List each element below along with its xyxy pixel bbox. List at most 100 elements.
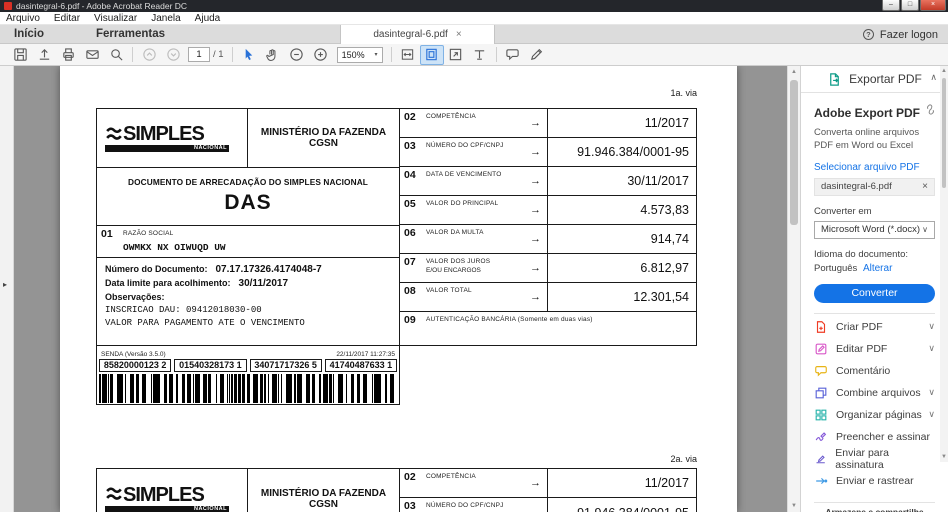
field-number: 05 [404, 198, 416, 210]
select-tool-icon[interactable] [237, 45, 261, 65]
field-razao-social: 01 RAZÃO SOCIAL OWMKX NX OIWUQD UW [97, 226, 399, 258]
barcode [99, 374, 395, 403]
search-icon[interactable] [104, 45, 128, 65]
tab-close-icon[interactable]: × [456, 29, 462, 40]
fullscreen-icon[interactable] [444, 45, 468, 65]
scrollbar-thumb[interactable] [942, 78, 946, 188]
collapse-chevron-icon[interactable]: ∧ [930, 72, 937, 83]
email-icon[interactable] [80, 45, 104, 65]
chevron-down-icon[interactable]: ∨ [928, 321, 935, 332]
previous-page-icon[interactable] [137, 45, 161, 65]
ministry-line2: CGSN [309, 499, 338, 510]
tab-inicio[interactable]: Início [14, 25, 44, 44]
tool-combine-arquivos[interactable]: Combine arquivos ∨ [814, 382, 935, 404]
tool-organizar-paginas[interactable]: Organizar páginas ∨ [814, 404, 935, 426]
tool-enviar-assinatura[interactable]: Enviar para assinatura [814, 448, 935, 470]
arrow-right-icon: → [530, 291, 541, 303]
document-scrollbar[interactable]: ▲ ▼ [787, 66, 800, 512]
field-number: 03 [404, 500, 416, 512]
tab-bar: Início Ferramentas dasintegral-6.pdf × ?… [0, 25, 948, 44]
page-number-input[interactable]: 1 [188, 47, 210, 62]
section-title: Adobe Export PDF [814, 106, 920, 120]
tool-criar-pdf[interactable]: Criar PDF ∨ [814, 316, 935, 338]
field-label-line2: E/OU ENCARGOS [426, 267, 481, 274]
reading-mode-icon[interactable] [468, 45, 492, 65]
zoom-out-icon[interactable] [285, 45, 309, 65]
window-title: dasintegral-6.pdf - Adobe Acrobat Reader… [16, 1, 187, 11]
tool-label: Comentário [836, 365, 890, 377]
fit-width-icon[interactable] [396, 45, 420, 65]
observation-line1: INSCRICAO DAU: 09412018030-00 [105, 305, 391, 315]
chevron-down-icon[interactable]: ∨ [928, 387, 935, 398]
document-viewport: 1a. via SIMPLES NACIONAL [14, 66, 800, 512]
save-icon[interactable] [8, 45, 32, 65]
change-language-link[interactable]: Alterar [863, 263, 892, 274]
menu-ajuda[interactable]: Ajuda [195, 13, 221, 24]
sign-in-label[interactable]: Fazer logon [880, 29, 938, 41]
format-select[interactable]: Microsoft Word (*.docx) ∨ [814, 221, 935, 239]
next-page-icon[interactable] [161, 45, 185, 65]
select-file-link[interactable]: Selecionar arquivo PDF [814, 162, 935, 173]
form-header-row: SIMPLES NACIONAL MINISTÉRIO DA FAZENDA C… [97, 109, 399, 168]
help-icon[interactable]: ? [863, 29, 874, 40]
minimize-button[interactable]: – [882, 0, 900, 11]
chevron-down-icon[interactable]: ∨ [928, 409, 935, 420]
share-upload-icon[interactable] [32, 45, 56, 65]
field-label: COMPETÊNCIA [426, 473, 476, 480]
tab-ferramentas[interactable]: Ferramentas [96, 25, 165, 44]
combine-files-icon [814, 386, 828, 400]
scroll-down-icon[interactable]: ▼ [788, 503, 800, 509]
language-label: Idioma do documento: [814, 249, 935, 260]
comment-icon[interactable] [501, 45, 525, 65]
field-vencimento: 04 DATA DE VENCIMENTO → 30/11/2017 [400, 167, 696, 196]
tab-document[interactable]: dasintegral-6.pdf × [340, 25, 495, 44]
scrollbar-thumb[interactable] [790, 80, 798, 225]
tool-preencher-assinar[interactable]: Preencher e assinar [814, 426, 935, 448]
via1-label: 1a. via [670, 88, 697, 98]
zoom-in-icon[interactable] [309, 45, 333, 65]
zoom-level-value: 150% [342, 50, 365, 60]
convert-to-label: Converter em [814, 206, 935, 217]
maximize-button[interactable]: □ [901, 0, 919, 11]
tool-comentario[interactable]: Comentário [814, 360, 935, 382]
tool-label: Preencher e assinar [836, 431, 930, 443]
clear-file-icon[interactable]: × [922, 181, 928, 192]
pdf-page: 1a. via SIMPLES NACIONAL [60, 66, 737, 512]
selected-file-box[interactable]: dasintegral-6.pdf × [814, 178, 935, 196]
organize-pages-icon [814, 408, 828, 422]
menu-bar: Arquivo Editar Visualizar Janela Ajuda [0, 12, 948, 25]
ministry-cell: MINISTÉRIO DA FAZENDA CGSN [248, 109, 399, 167]
scroll-down-icon[interactable]: ▼ [940, 454, 948, 460]
menu-visualizar[interactable]: Visualizar [94, 13, 137, 24]
fit-page-icon[interactable] [420, 45, 444, 65]
scroll-up-icon[interactable]: ▲ [940, 68, 948, 74]
print-icon[interactable] [56, 45, 80, 65]
divider [814, 502, 935, 503]
generation-timestamp: 22/11/2017 11:27:35 [336, 351, 395, 358]
pencil-icon[interactable] [525, 45, 549, 65]
chevron-down-icon[interactable]: ∨ [928, 343, 935, 354]
field-number: 08 [404, 285, 416, 297]
field-principal: 05 VALOR DO PRINCIPAL → 4.573,83 [400, 196, 696, 225]
sidebar-scrollbar[interactable]: ▲ ▼ [940, 66, 948, 462]
close-window-button[interactable]: × [920, 0, 946, 11]
nav-panel-toggle-icon[interactable]: ▸ [3, 280, 7, 289]
barcode-numbers-row: 85820000123 2 01540328173 1 34071717326 … [97, 359, 399, 372]
export-pdf-panel-body: Adobe Export PDF Converta online arquivo… [801, 104, 948, 512]
field-label: NÚMERO DO CPF/CNPJ [426, 502, 504, 509]
field-number: 04 [404, 169, 416, 181]
menu-arquivo[interactable]: Arquivo [6, 13, 40, 24]
sign-in-area[interactable]: ? Fazer logon [863, 25, 938, 44]
tool-editar-pdf[interactable]: Editar PDF ∨ [814, 338, 935, 360]
convert-button[interactable]: Converter [814, 284, 935, 303]
export-pdf-panel-header[interactable]: Exportar PDF ∧ [801, 66, 948, 93]
menu-editar[interactable]: Editar [54, 13, 80, 24]
menu-janela[interactable]: Janela [151, 13, 180, 24]
scroll-up-icon[interactable]: ▲ [788, 69, 800, 75]
logo-s-icon [105, 126, 123, 143]
zoom-level-select[interactable]: 150% ▾ [337, 47, 383, 63]
doc-number-label: Número do Documento: [105, 264, 208, 274]
hand-tool-icon[interactable] [261, 45, 285, 65]
tool-enviar-rastrear[interactable]: Enviar e rastrear [814, 470, 935, 492]
zoom-caret-icon: ▾ [375, 51, 378, 58]
